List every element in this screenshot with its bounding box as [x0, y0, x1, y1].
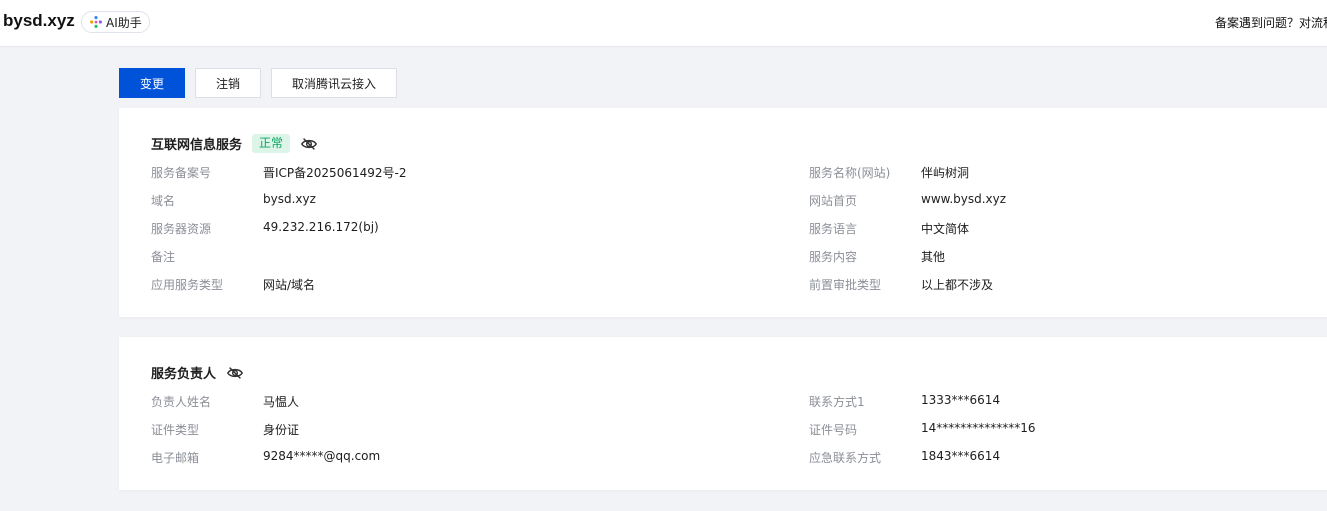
field-label: 网站首页 [809, 194, 858, 208]
ai-sparkle-icon [90, 16, 102, 28]
card-title: 互联网信息服务 [151, 138, 243, 153]
field-label: 服务备案号 [151, 166, 212, 180]
field-value: 马愠人 [263, 395, 300, 409]
field-value: 网站/域名 [263, 278, 316, 292]
field-label: 应急联系方式 [809, 451, 882, 465]
field-label: 联系方式1 [809, 395, 865, 409]
field-value: bysd.xyz [263, 192, 316, 206]
top-bar: bysd.xyz AI助手 备案遇到问题？对流程 [0, 0, 1327, 47]
field-value: 其他 [921, 250, 946, 264]
internet-service-header: 互联网信息服务 正常 [151, 134, 318, 153]
field-value: 以上都不涉及 [921, 278, 994, 292]
field-value: 9284*****@qq.com [263, 449, 381, 463]
field-label: 前置审批类型 [809, 278, 882, 292]
card-title: 服务负责人 [151, 367, 217, 382]
field-value: 中文简体 [921, 222, 970, 236]
field-label: 备注 [151, 250, 176, 264]
field-label: 服务名称(网站) [809, 166, 891, 180]
page-title: bysd.xyz [3, 11, 75, 30]
field-label: 应用服务类型 [151, 278, 224, 292]
field-label: 电子邮箱 [151, 451, 200, 465]
field-value: 14**************16 [921, 421, 1036, 435]
change-button[interactable]: 变更 [119, 68, 185, 98]
eye-off-icon[interactable] [300, 135, 318, 153]
field-label: 服务语言 [809, 222, 858, 236]
internet-service-card: 互联网信息服务 正常 服务备案号 晋ICP备2025061492号-2 域名 b… [119, 108, 1327, 317]
ai-assistant-label: AI助手 [106, 15, 142, 30]
field-label: 服务内容 [809, 250, 858, 264]
field-label: 证件号码 [809, 423, 858, 437]
ai-assistant-button[interactable]: AI助手 [81, 11, 150, 33]
service-owner-card: 服务负责人 负责人姓名 马愠人 证件类型 身份证 电子邮箱 9284*****@… [119, 337, 1327, 490]
field-value: 晋ICP备2025061492号-2 [263, 166, 407, 180]
field-value: 1333***6614 [921, 393, 1001, 407]
field-label: 服务器资源 [151, 222, 212, 236]
field-value: 1843***6614 [921, 449, 1001, 463]
field-label: 域名 [151, 194, 176, 208]
status-badge: 正常 [252, 134, 291, 153]
help-link[interactable]: 备案遇到问题？对流程 [1215, 14, 1327, 31]
field-label: 证件类型 [151, 423, 200, 437]
field-value: www.bysd.xyz [921, 192, 1007, 206]
cancel-filing-button[interactable]: 注销 [195, 68, 261, 98]
service-owner-header: 服务负责人 [151, 363, 244, 382]
cancel-tencent-access-button[interactable]: 取消腾讯云接入 [271, 68, 397, 98]
field-label: 负责人姓名 [151, 395, 212, 409]
field-value: 身份证 [263, 423, 300, 437]
field-value: 49.232.216.172(bj) [263, 220, 379, 234]
field-value: 伴屿树洞 [921, 166, 970, 180]
eye-off-icon[interactable] [226, 364, 244, 382]
